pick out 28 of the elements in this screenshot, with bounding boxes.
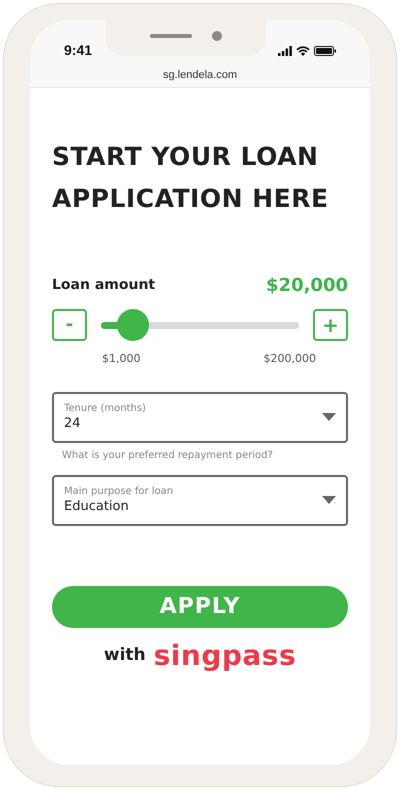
slider[interactable] — [101, 309, 299, 341]
increase-button[interactable]: + — [313, 309, 348, 341]
loan-amount-value: $20,000 — [266, 274, 348, 298]
decrease-button[interactable]: - — [52, 309, 87, 341]
max-amount: $200,000 — [264, 351, 316, 367]
field-value: Education — [64, 498, 130, 515]
field-label: Tenure (months) — [64, 402, 146, 415]
slider-thumb[interactable] — [116, 309, 149, 341]
min-amount: $1,000 — [102, 351, 140, 367]
field-value: 24 — [64, 415, 82, 432]
with-label: with — [104, 644, 146, 667]
loan-amount-label: Loan amount — [52, 276, 156, 295]
apply-button[interactable]: APPLY — [52, 586, 348, 628]
camera-icon — [212, 31, 222, 41]
page-heading: START YOUR LOAN APPLICATION HERE — [52, 141, 330, 215]
url-text: sg.lendela.com — [163, 68, 237, 83]
field-label: Main purpose for loan — [64, 485, 174, 498]
signal-icon — [278, 46, 292, 56]
speaker-icon — [150, 34, 192, 38]
dropdown-field[interactable]: Main purpose for loan Education — [52, 474, 348, 526]
dropdown-field[interactable]: Tenure (months) 24 — [52, 392, 348, 442]
wifi-icon — [296, 46, 310, 56]
helper-text: What is your preferred repayment period? — [62, 448, 274, 462]
battery-icon — [314, 46, 336, 56]
dropdown-caret-icon — [322, 413, 336, 421]
status-time: 9:41 — [64, 41, 92, 60]
dropdown-caret-icon — [322, 496, 336, 504]
singpass-logo: singpass — [154, 640, 296, 672]
